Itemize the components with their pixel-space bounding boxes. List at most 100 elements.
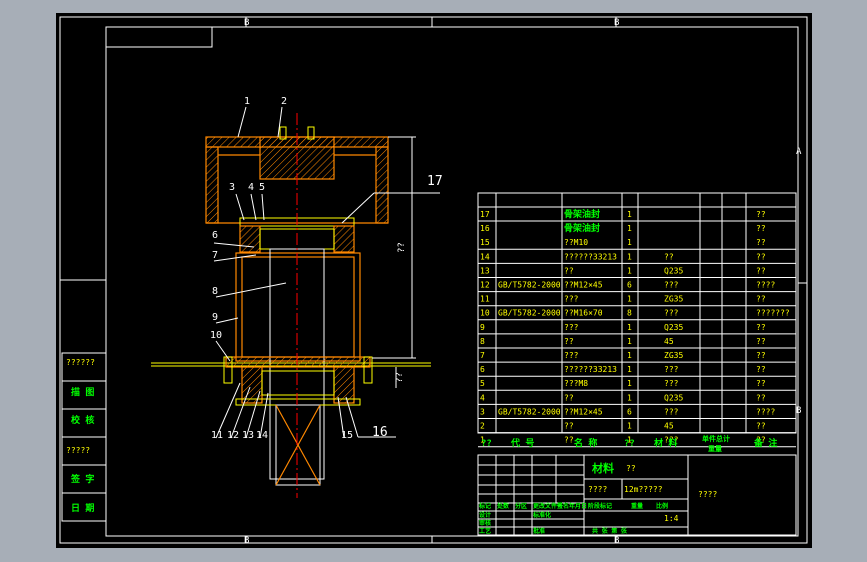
- drawing-canvas[interactable]: B B B B A B ?????? 描 图 校 核 ????? 签 字 日 期: [56, 13, 812, 548]
- parts-cell-qty: 1: [627, 266, 632, 275]
- left-item: ??????: [66, 358, 95, 367]
- parts-cell-mat: ???: [664, 281, 679, 290]
- parts-cell-note: ??: [756, 337, 766, 346]
- part-balloon-5: 5: [259, 182, 265, 193]
- parts-cell-mat: Q235: [664, 266, 683, 275]
- part-balloon-1: 1: [244, 96, 250, 107]
- part-balloon-13: 13: [242, 430, 254, 441]
- parts-cell-name: 骨架油封: [564, 208, 600, 220]
- parts-cell-no: 5: [480, 379, 485, 388]
- parts-cell-note: ??: [756, 379, 766, 388]
- part-balloon-11: 11: [211, 430, 223, 441]
- header-single: 单件总计: [702, 434, 730, 443]
- parts-cell-name: ??M12×45: [564, 407, 603, 416]
- parts-cell-code: GB/T5782-2000: [498, 309, 561, 318]
- parts-cell-qty: 1: [627, 379, 632, 388]
- header-name: 名 称: [574, 437, 597, 449]
- parts-cell-name: ??????33213: [564, 365, 617, 374]
- parts-cell-mat: 45: [664, 337, 674, 346]
- parts-cell-qty: 1: [627, 323, 632, 332]
- parts-cell-no: 8: [480, 337, 485, 346]
- stage-label: 阶段标记: [588, 502, 612, 510]
- parts-cell-mat: Q235: [664, 393, 683, 402]
- mark-label: 分区: [515, 502, 527, 510]
- part-balloon-8: 8: [212, 286, 218, 297]
- parts-cell-qty: 1: [627, 295, 632, 304]
- parts-cell-qty: 6: [627, 407, 632, 416]
- left-item: 日 期: [71, 502, 94, 514]
- part-balloon-14: 14: [256, 430, 268, 441]
- parts-cell-no: 11: [480, 295, 490, 304]
- title-q1: ????: [588, 485, 607, 494]
- part-balloon-12: 12: [227, 430, 239, 441]
- material-label: 材料: [592, 461, 614, 475]
- part-balloon-2: 2: [281, 96, 287, 107]
- dimension-label: ??: [395, 372, 405, 383]
- parts-cell-name: ??: [564, 266, 574, 275]
- parts-cell-note: ??: [756, 210, 766, 219]
- parts-cell-name: ???: [564, 295, 579, 304]
- parts-cell-name: ??M12×45: [564, 281, 603, 290]
- parts-cell-name: ??: [564, 393, 574, 402]
- weight-label: 重量: [631, 502, 643, 510]
- parts-cell-code: GB/T5782-2000: [498, 407, 561, 416]
- left-item: 描 图: [71, 386, 94, 398]
- parts-cell-note: ??: [756, 365, 766, 374]
- left-item: 签 字: [70, 473, 94, 485]
- part-balloon-6: 6: [212, 230, 218, 241]
- dimension-label: ??: [397, 242, 407, 253]
- parts-cell-note: ??: [756, 238, 766, 247]
- ratio-label: 比例: [656, 502, 668, 510]
- parts-cell-mat: ???: [664, 379, 679, 388]
- row-label: 审核: [479, 519, 491, 527]
- border-letter: B: [244, 536, 249, 546]
- parts-cell-note: ??: [756, 252, 766, 261]
- part-balloon-7: 7: [212, 250, 218, 261]
- mark-label: 年月日: [569, 502, 587, 510]
- border-letter: A: [796, 147, 802, 157]
- header-qty: ??: [624, 439, 635, 449]
- std-label: 标准化: [532, 511, 551, 519]
- parts-cell-note: ???????: [756, 309, 790, 318]
- parts-cell-note: ??: [756, 393, 766, 402]
- header-weight: 重量: [708, 444, 722, 453]
- parts-cell-note: ??: [756, 422, 766, 431]
- row-label: 工艺: [479, 527, 491, 535]
- parts-cell-name: ??M10: [564, 238, 588, 247]
- material-value: ??: [626, 464, 636, 473]
- parts-cell-no: 2: [480, 422, 485, 431]
- row-label: 设计: [479, 511, 491, 519]
- parts-cell-note: ??: [756, 323, 766, 332]
- header-note: 备 注: [753, 437, 777, 449]
- left-item: 校 核: [71, 414, 94, 426]
- parts-cell-mat: ???: [664, 309, 679, 318]
- parts-cell-qty: 1: [627, 224, 632, 233]
- parts-cell-no: 17: [480, 210, 490, 219]
- part-balloon-3: 3: [229, 182, 235, 193]
- parts-cell-no: 14: [480, 252, 490, 261]
- part-balloon-10: 10: [210, 330, 222, 341]
- ratio-value: 1:4: [664, 514, 679, 523]
- border-letter: B: [796, 406, 801, 416]
- parts-cell-mat: Q235: [664, 323, 683, 332]
- parts-cell-no: 7: [480, 351, 485, 360]
- parts-cell-qty: 1: [627, 252, 632, 261]
- parts-cell-name: ???: [564, 323, 579, 332]
- cad-viewer: B B B B A B ?????? 描 图 校 核 ????? 签 字 日 期: [0, 0, 867, 562]
- parts-cell-qty: 1: [627, 351, 632, 360]
- parts-cell-mat: ??: [664, 252, 674, 261]
- border-letter: B: [614, 536, 619, 546]
- part-balloon-9: 9: [212, 312, 218, 323]
- parts-cell-name: ??M16×70: [564, 309, 603, 318]
- header-no: ??: [481, 439, 492, 449]
- parts-cell-qty: 1: [627, 337, 632, 346]
- parts-cell-no: 10: [480, 309, 490, 318]
- mark-label: 标记: [478, 502, 491, 510]
- assembly-view: ?? ??: [151, 106, 440, 498]
- parts-cell-name: ??: [564, 422, 574, 431]
- part-balloon-16: 16: [372, 425, 388, 440]
- sheets-label: 共 张 第 张: [592, 527, 628, 535]
- header-code: 代 号: [510, 437, 534, 449]
- parts-cell-qty: 1: [627, 210, 632, 219]
- mark-label: 签名: [556, 502, 569, 510]
